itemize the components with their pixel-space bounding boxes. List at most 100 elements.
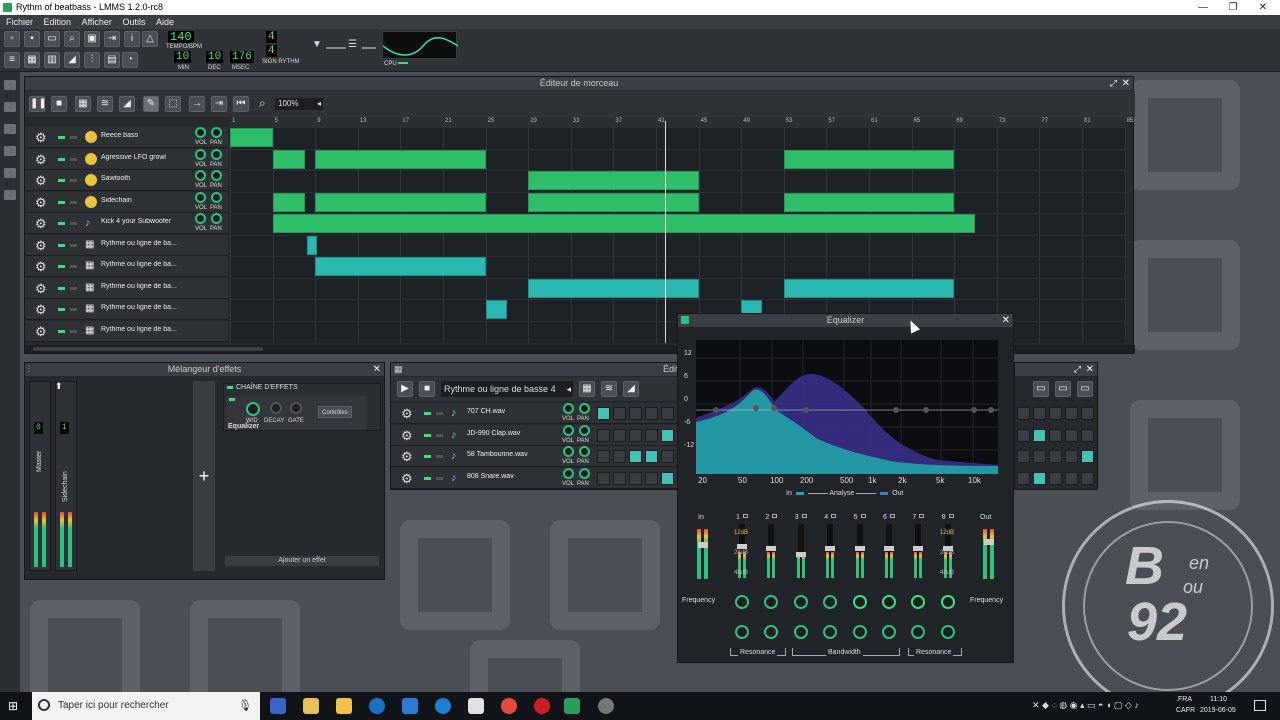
pan-knob[interactable]: [211, 170, 222, 181]
opera-icon[interactable]: [534, 698, 550, 714]
step-button[interactable]: [1017, 407, 1030, 420]
track-name[interactable]: Agressive LFO growl: [101, 154, 181, 161]
band-toggle[interactable]: [860, 514, 866, 518]
step-button[interactable]: [1033, 471, 1046, 485]
play-icon[interactable]: ❚❚: [29, 96, 47, 112]
close-icon[interactable]: ✕: [1086, 363, 1094, 376]
new-template-icon[interactable]: ▪: [24, 31, 40, 47]
pan-knob[interactable]: [211, 127, 222, 138]
beat-track-row[interactable]: ⚙ ♪ JD-990 Clap.wav VOL PAN: [391, 424, 681, 446]
mixer-icon[interactable]: ⫶: [84, 52, 100, 68]
band-frequency-knob[interactable]: [940, 595, 955, 609]
step-button[interactable]: [613, 428, 626, 442]
band-frequency-knob[interactable]: [823, 595, 838, 609]
pattern-select[interactable]: Rythme ou ligne de basse 4 ◂: [441, 381, 573, 397]
pan-knob[interactable]: [579, 467, 590, 479]
output-gain-fader[interactable]: [984, 539, 994, 545]
pattern-clip[interactable]: [272, 192, 305, 212]
mute-button[interactable]: [58, 157, 65, 161]
band-resonance-knob[interactable]: [764, 625, 779, 639]
band-resonance-knob[interactable]: [793, 625, 808, 639]
add-channel-button[interactable]: +: [193, 381, 215, 571]
timeline-ruler[interactable]: 1 5 9 13 17 21 25 29 33 37 41 45 49 53 57 61 65 69 73 77 81 8…: [230, 117, 1133, 127]
solo-button[interactable]: [70, 157, 77, 161]
pattern-clip[interactable]: [272, 149, 305, 169]
step-button[interactable]: [1049, 471, 1062, 485]
gear-icon[interactable]: ⚙: [401, 449, 413, 465]
step-button[interactable]: [613, 450, 626, 463]
track-row[interactable]: ⚙ Agressive LFO growl VOL PAN: [25, 148, 228, 170]
wet-dry-knob[interactable]: [246, 402, 260, 416]
band-toggle[interactable]: [801, 514, 807, 518]
edge-icon[interactable]: [369, 698, 385, 714]
pattern-clip[interactable]: [783, 149, 955, 169]
mute-button[interactable]: [58, 222, 65, 225]
maximize-button[interactable]: ❐: [1218, 0, 1248, 15]
menu-outils[interactable]: Outils: [122, 17, 145, 27]
mute-button[interactable]: [58, 179, 65, 182]
band-frequency-knob[interactable]: [911, 595, 926, 609]
step-button[interactable]: [1017, 471, 1030, 485]
add-sample-track-icon[interactable]: ≋: [97, 96, 113, 112]
step-button[interactable]: [597, 407, 610, 420]
band-resonance-knob[interactable]: [823, 625, 838, 639]
track-row[interactable]: ⚙ Sawtooth VOL PAN: [25, 170, 228, 191]
step-button[interactable]: [661, 407, 674, 420]
pattern-clip[interactable]: [783, 278, 955, 298]
band-slope-label[interactable]: 24dB: [940, 550, 954, 556]
band-resonance-knob[interactable]: [852, 625, 867, 639]
step-button[interactable]: [1017, 450, 1030, 463]
pattern-clip[interactable]: [315, 257, 486, 276]
pan-knob[interactable]: [211, 213, 222, 224]
beat-track-row[interactable]: ⚙ ♪ 707 CH.wav VOL PAN: [391, 403, 681, 424]
add-effect-button[interactable]: Ajouter un effet: [225, 556, 379, 566]
step-button[interactable]: [1033, 407, 1046, 420]
solo-button[interactable]: [70, 308, 77, 311]
sidebar-item-samples[interactable]: [4, 124, 16, 134]
volume-knob[interactable]: [563, 403, 574, 414]
song-grid[interactable]: [230, 127, 1127, 343]
mixer-channel-sidechain[interactable]: 1 Sidechain: [55, 381, 77, 571]
band-resonance-knob[interactable]: [940, 625, 955, 639]
menu-fichier[interactable]: Fichier: [6, 17, 33, 27]
gear-icon[interactable]: ⚙: [35, 195, 47, 211]
step-button[interactable]: [1065, 428, 1078, 442]
solo-button[interactable]: [70, 286, 77, 290]
mute-button[interactable]: [58, 200, 65, 204]
volume-knob[interactable]: [563, 446, 574, 457]
notes-icon[interactable]: ▤: [104, 52, 120, 68]
pattern-clip[interactable]: [528, 278, 699, 298]
time-sig-numerator[interactable]: 4: [266, 31, 277, 43]
band-resonance-knob[interactable]: [735, 625, 749, 639]
volume-knob[interactable]: [195, 127, 206, 138]
solo-button[interactable]: [436, 455, 443, 458]
track-name[interactable]: Sawtooth: [101, 175, 181, 182]
solo-button[interactable]: [436, 476, 443, 480]
controls-button[interactable]: Contrôles: [318, 406, 352, 418]
select-mode-icon[interactable]: ⬚: [165, 96, 181, 112]
step-button[interactable]: [629, 407, 642, 420]
mute-button[interactable]: [58, 265, 65, 268]
gear-icon[interactable]: ⚙: [35, 259, 47, 275]
effect-slot-equalizer[interactable]: W/D DECAY GATE Contrôles Equalizer: [226, 396, 366, 430]
store-icon[interactable]: [402, 698, 418, 714]
volume-knob[interactable]: [195, 191, 206, 203]
step-button[interactable]: [1049, 407, 1062, 420]
mute-button[interactable]: [424, 433, 431, 437]
solo-button[interactable]: [70, 222, 77, 225]
gate-knob[interactable]: [290, 402, 302, 414]
track-row[interactable]: ⚙ ♪ Kick 4 your Subwoofer VOL PAN: [25, 213, 228, 234]
keyboard-layout[interactable]: CAFR: [1176, 707, 1195, 714]
mute-button[interactable]: [58, 286, 65, 290]
copy-icon[interactable]: ▭: [1077, 381, 1093, 397]
band-toggle[interactable]: [743, 514, 748, 518]
band-fader-cap[interactable]: [795, 552, 806, 557]
pan-knob[interactable]: [579, 403, 590, 414]
sidebar-item-home[interactable]: [4, 168, 16, 178]
mixer-channel-master[interactable]: 0 Master: [29, 381, 51, 571]
piano-roll-icon[interactable]: ▥: [44, 52, 60, 68]
step-button[interactable]: [1049, 428, 1062, 442]
band-toggle[interactable]: [831, 514, 837, 518]
close-icon[interactable]: ✕: [1002, 314, 1010, 327]
step-button[interactable]: [597, 428, 610, 442]
